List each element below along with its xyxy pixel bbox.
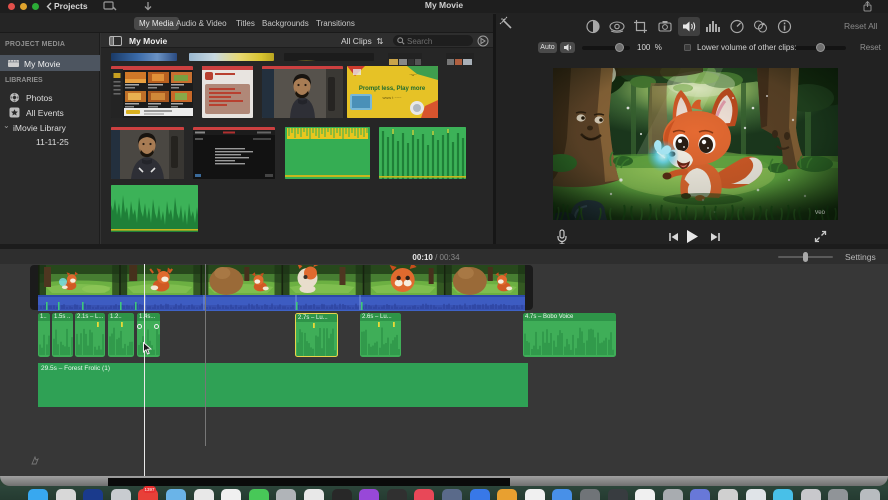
svg-text:www t ~~~: www t ~~~	[382, 95, 402, 100]
svg-text:Prompt less, Play more: Prompt less, Play more	[359, 86, 426, 92]
svg-text:~w~: ~w~	[409, 72, 417, 77]
svg-text:Veo: Veo	[815, 210, 826, 216]
